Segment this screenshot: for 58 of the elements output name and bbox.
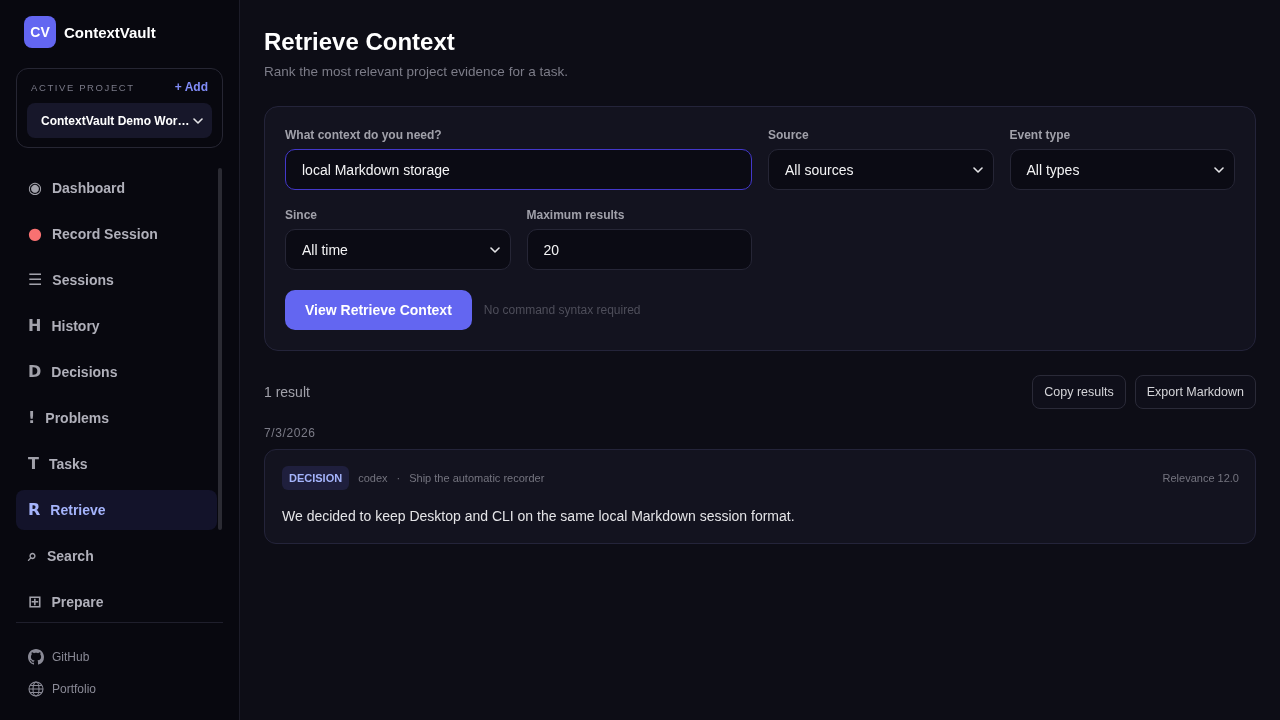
project-select[interactable]: ContextVault Demo Wor… <box>27 103 212 138</box>
chevron-icon <box>1214 166 1224 173</box>
scrollbar-thumb[interactable] <box>218 168 222 530</box>
nav-item[interactable]: ● Record Session <box>16 214 217 254</box>
nav-item[interactable]: R Retrieve <box>16 490 217 530</box>
relevance-score: Relevance 12.0 <box>1162 472 1239 484</box>
chevron-icon <box>489 246 500 253</box>
chevron-icon <box>193 117 203 124</box>
field-label: Event type <box>1009 127 1072 143</box>
github-icon <box>28 649 44 665</box>
hint-text: No command syntax required <box>483 303 641 317</box>
footer-link[interactable]: Portfolio <box>28 679 97 699</box>
input-field[interactable]: local Markdown storage <box>285 149 752 190</box>
source-text: codex <box>358 472 388 484</box>
result-text: We decided to keep Desktop and CLI on the same local Markdown session format. <box>282 507 796 526</box>
nav-item[interactable]: ! Problems <box>16 398 217 438</box>
type-badge: DECISION <box>282 466 350 490</box>
ring-icon: ◉ <box>28 180 42 196</box>
nav-item[interactable]: ◉ Dashboard <box>16 168 217 208</box>
date-heading: 7/3/2026 <box>264 425 316 441</box>
letter-icon: R <box>28 502 41 518</box>
result-title: Ship the automatic recorder <box>409 472 545 484</box>
section-label: ACTIVE PROJECT <box>31 81 135 93</box>
select-field[interactable]: All sources <box>768 149 994 190</box>
page-title: Retrieve Context <box>264 27 456 57</box>
field-label: Source <box>768 127 810 143</box>
nav-item[interactable]: H History <box>16 306 217 346</box>
search-icon: ⌕ <box>28 548 37 564</box>
submit-button[interactable]: View Retrieve Context <box>285 290 472 330</box>
nav-item[interactable]: D Decisions <box>16 352 217 392</box>
letter-icon: D <box>28 364 42 380</box>
chevron-icon <box>972 166 983 173</box>
separator-text: · <box>396 472 401 484</box>
footer-link[interactable]: GitHub <box>28 647 90 667</box>
select-field[interactable]: All types <box>1009 149 1235 190</box>
select-field[interactable]: All time <box>285 229 511 270</box>
dot-icon: ● <box>28 226 42 242</box>
nav-item[interactable]: T Tasks <box>16 444 217 484</box>
nav-item[interactable]: ☰ Sessions <box>16 260 217 300</box>
field-label: Since <box>285 207 318 223</box>
number-field[interactable]: 20 <box>526 229 752 270</box>
field-label: What context do you need? <box>285 127 443 143</box>
letter-icon: H <box>28 318 42 334</box>
nav-item[interactable]: ⌕ Search <box>16 536 217 576</box>
field-label: Maximum results <box>526 207 626 223</box>
grid-icon: ⊞ <box>28 594 42 610</box>
action-button[interactable]: Export Markdown <box>1134 375 1256 409</box>
logo-icon: CV <box>24 16 56 48</box>
globe-icon <box>28 681 44 697</box>
action-button[interactable]: Copy results <box>1032 375 1126 409</box>
result-count: 1 result <box>264 384 310 400</box>
nav-item[interactable]: ⊞ Prepare <box>16 582 217 622</box>
letter-icon: T <box>28 456 39 472</box>
page-subtitle: Rank the most relevant project evidence for a task. <box>264 63 569 81</box>
add-link[interactable]: + Add <box>174 80 208 94</box>
menu-icon: ☰ <box>28 272 43 288</box>
exclamation-icon: ! <box>28 410 36 426</box>
app-name: ContextVault <box>64 23 156 41</box>
